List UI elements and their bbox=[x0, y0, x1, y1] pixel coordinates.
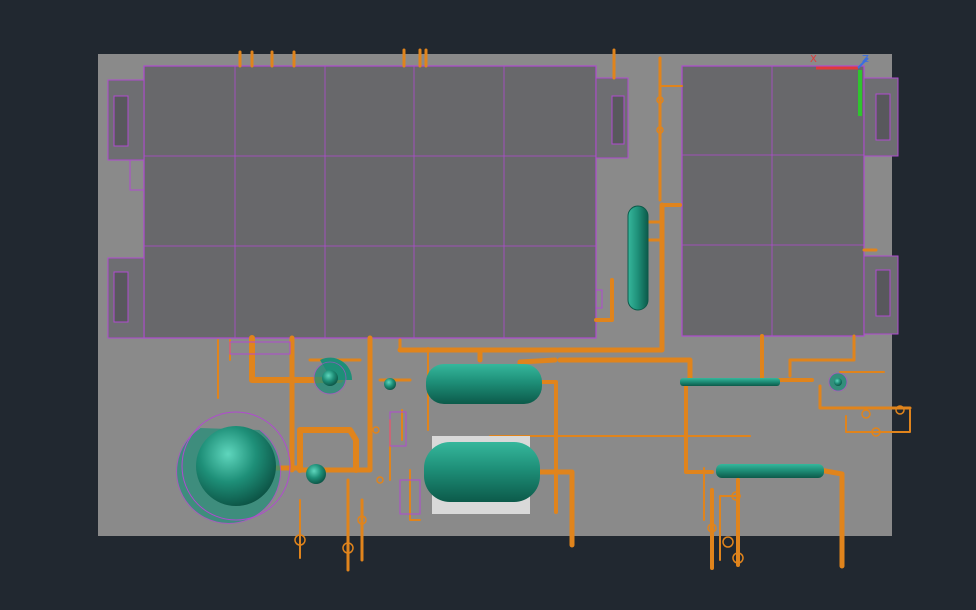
pump-group-right[interactable] bbox=[828, 372, 848, 392]
building-left[interactable] bbox=[107, 65, 629, 339]
heat-exchanger-lower[interactable] bbox=[716, 464, 824, 478]
ucs-z-label: Z bbox=[862, 54, 869, 65]
horizontal-tank-lower[interactable] bbox=[424, 436, 540, 514]
horizontal-tank-upper[interactable] bbox=[426, 364, 542, 404]
cad-3d-viewport[interactable]: X Z bbox=[0, 0, 976, 610]
side-unit-right-a bbox=[863, 77, 899, 157]
vertical-separator[interactable] bbox=[627, 205, 649, 311]
side-unit-right-b bbox=[863, 255, 899, 335]
ucs-x-label: X bbox=[810, 54, 817, 65]
side-unit-right-top bbox=[595, 77, 629, 159]
side-unit-left-bottom bbox=[107, 257, 145, 339]
side-unit-left-top bbox=[107, 79, 145, 161]
heat-exchanger-upper[interactable] bbox=[680, 378, 780, 386]
